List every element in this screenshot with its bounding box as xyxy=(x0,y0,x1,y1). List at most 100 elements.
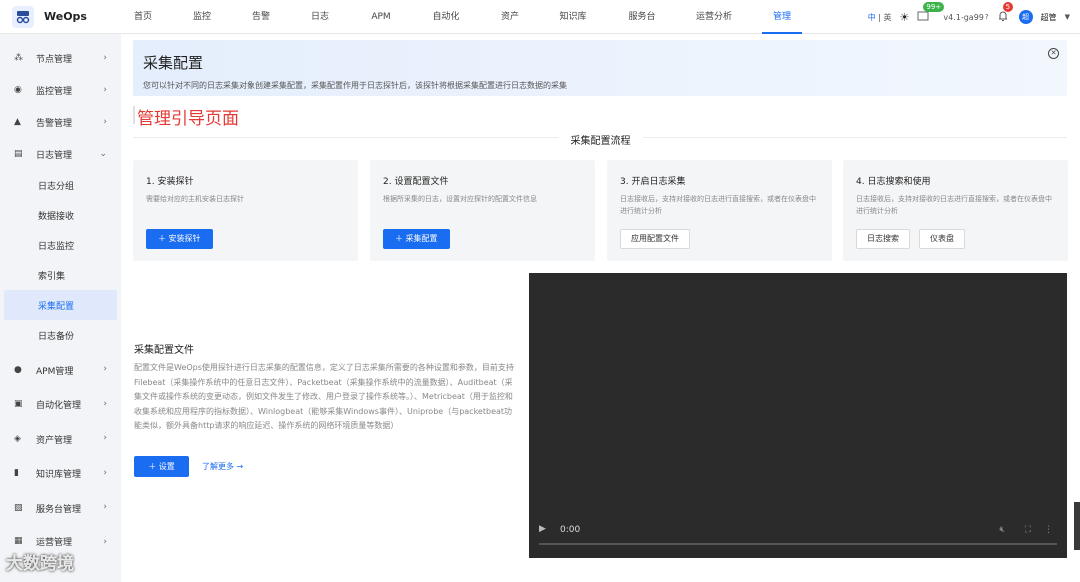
chevron-icon: › xyxy=(103,53,107,63)
message-button[interactable]: 99+ xyxy=(917,2,945,24)
sidebar-subitem[interactable]: 日志分组 xyxy=(0,170,121,200)
automation-icon: ▣ xyxy=(14,399,23,410)
step-card-description: 日志接收后，支持对接收的日志进行直接搜索，或者在仪表盘中进行统计分析 xyxy=(620,195,816,215)
chevron-icon: › xyxy=(103,536,107,547)
nav-item-3[interactable]: 日志 xyxy=(290,0,350,34)
step-card-button[interactable]: ＋ 安装探针 xyxy=(146,229,213,249)
set-button[interactable]: ＋ 设置 xyxy=(134,456,189,477)
message-badge: 99+ xyxy=(923,2,945,12)
step-card: 3. 开启日志采集 日志接收后，支持对接收的日志进行直接搜索，或者在仪表盘中进行统… xyxy=(607,160,832,261)
scrollbar[interactable] xyxy=(1074,502,1080,550)
sidebar-item[interactable]: ◉ 监控管理 › xyxy=(0,74,121,106)
nav-item-6[interactable]: 资产 xyxy=(480,0,540,34)
nav-item-9[interactable]: 运营分析 xyxy=(684,0,744,34)
sidebar-subitem[interactable]: 日志监控 xyxy=(0,230,121,260)
step-card-description: 日志接收后，支持对接收的日志进行直接搜索，或者在仪表盘中进行统计分析 xyxy=(856,195,1052,215)
learn-more-link[interactable]: 了解更多 → xyxy=(202,461,243,472)
apm-icon: ● xyxy=(14,364,22,375)
sidebar-subitem[interactable]: 日志备份 xyxy=(0,320,121,350)
weops-logo-icon xyxy=(12,5,34,28)
sidebar-item[interactable]: ▧ 服务台管理 › xyxy=(0,491,121,526)
sidebar-item[interactable]: ▤ 日志管理 ⌄ xyxy=(0,138,121,170)
more-options-icon[interactable]: ⋮ xyxy=(1044,525,1053,535)
help-icon[interactable]: ? xyxy=(985,13,989,21)
service-desk-icon: ▧ xyxy=(14,502,23,513)
alarm-icon: ▲ xyxy=(14,116,21,127)
sidebar: ⁂ 节点管理 › ◉ 监控管理 › ▲ 告警管理 › ▤ 日志管理 ⌄ 日志分组 数据接收 日志监控 索引集采… xyxy=(0,34,121,582)
step-card-button[interactable]: ＋ 采集配置 xyxy=(383,229,450,249)
sidebar-subitem[interactable]: 数据接收 xyxy=(0,200,121,230)
step-card: 4. 日志搜索和使用日志接收后，支持对接收的日志进行直接搜索，或者在仪表盘中进行… xyxy=(843,160,1068,261)
section-description: 配置文件是WeOps使用探针进行日志采集的配置信息，定义了日志采集所需要的各种设… xyxy=(134,363,514,430)
flow-title: 采集配置流程 xyxy=(121,132,1080,147)
fullscreen-icon[interactable]: ⛶ xyxy=(1025,525,1031,535)
step-card-description: 需要给对应的主机安装日志探针 xyxy=(146,195,244,203)
watermark: 大数跨境 xyxy=(6,554,74,574)
step-card-title: 2. 设置配置文件 xyxy=(383,177,449,187)
step-card-button[interactable]: 日志搜索 xyxy=(856,229,910,249)
step-card-title: 4. 日志搜索和使用 xyxy=(856,177,931,187)
version-label: v4.1-ga99 xyxy=(943,12,984,22)
mute-icon[interactable]: 🔇︎ xyxy=(999,525,1005,535)
sidebar-item[interactable]: ▲ 告警管理 › xyxy=(0,106,121,138)
sidebar-subitem[interactable]: 索引集 xyxy=(0,260,121,290)
chevron-icon: › xyxy=(103,502,107,512)
nav-item-0[interactable]: 首页 xyxy=(113,0,173,34)
app-logo[interactable]: WeOps xyxy=(0,5,122,28)
step-card-button[interactable]: 仪表盘 xyxy=(919,229,965,249)
step-card-description: 根据所采集的日志，设置对应探针的配置文件信息 xyxy=(383,195,537,203)
asset-icon: ◈ xyxy=(14,433,21,444)
avatar[interactable]: 超 xyxy=(1018,10,1033,24)
step-card-button[interactable]: 应用配置文件 xyxy=(620,229,690,249)
video-player[interactable]: ▶ 0:00 🔇︎ ⛶ ⋮ xyxy=(529,273,1067,558)
sidebar-item-label: 自动化管理 xyxy=(36,401,82,412)
operation-icon: ▦ xyxy=(14,536,23,546)
nav-item-4[interactable]: APM xyxy=(351,0,411,34)
guide-title: 管理引导页面 xyxy=(137,109,239,129)
sidebar-item-label: 运营管理 xyxy=(36,538,73,548)
log-icon: ▤ xyxy=(14,148,23,159)
sidebar-item[interactable]: ▣ 自动化管理 › xyxy=(0,388,121,423)
video-time: 0:00 xyxy=(560,525,581,535)
sidebar-item[interactable]: ◈ 资产管理 › xyxy=(0,422,121,457)
play-icon[interactable]: ▶ xyxy=(539,524,546,534)
chevron-icon: › xyxy=(103,117,107,127)
step-card: 2. 设置配置文件根据所采集的日志，设置对应探针的配置文件信息 ＋ 采集配置 xyxy=(370,160,595,261)
sidebar-item[interactable]: ⁂ 节点管理 › xyxy=(0,42,121,74)
sidebar-item[interactable]: ● APM管理 › xyxy=(0,353,121,388)
sidebar-item[interactable]: ▮ 知识库管理 › xyxy=(0,457,121,492)
sidebar-item-label: 日志管理 xyxy=(36,150,73,161)
node-icon: ⁂ xyxy=(14,52,23,63)
sidebar-item-label: 告警管理 xyxy=(36,118,73,129)
step-card-title: 1. 安装探针 xyxy=(146,177,194,187)
top-right-tools: 中 | 英 ☀ 99+ v4.1-ga99 ? 5 超 超管 ▼ xyxy=(868,0,1070,34)
theme-sun-icon[interactable]: ☀ xyxy=(900,11,910,24)
page-title: 采集配置 xyxy=(143,54,204,72)
nav-item-5[interactable]: 自动化 xyxy=(416,0,476,34)
nav-item-8[interactable]: 服务台 xyxy=(612,0,672,34)
chevron-down-icon[interactable]: ▼ xyxy=(1065,13,1070,21)
close-icon[interactable]: ✕ xyxy=(1048,48,1059,59)
nav-item-10[interactable]: 管理 xyxy=(752,0,812,34)
sidebar-item-label: 服务台管理 xyxy=(36,504,82,515)
user-name[interactable]: 超管 xyxy=(1041,12,1057,23)
chevron-icon: › xyxy=(103,85,107,95)
chevron-icon: › xyxy=(103,398,107,409)
guide-title-bar xyxy=(133,106,135,124)
chevron-icon: › xyxy=(103,364,107,374)
banner-description: 您可以针对不同的日志采集对象创建采集配置，采集配置作用于日志探针后，该探针将根据… xyxy=(143,81,567,90)
language-switch[interactable]: 中 | 英 xyxy=(868,12,892,23)
sidebar-subitem[interactable]: 采集配置 xyxy=(4,290,117,320)
sidebar-item-label: 知识库管理 xyxy=(36,470,82,481)
step-card: 1. 安装探针需要给对应的主机安装日志探针 ＋ 安装探针 xyxy=(133,160,358,261)
knowledge-icon: ▮ xyxy=(14,468,19,479)
nav-item-2[interactable]: 告警 xyxy=(231,0,291,34)
nav-item-7[interactable]: 知识库 xyxy=(543,0,603,34)
video-progress-bar[interactable] xyxy=(539,543,1057,545)
sidebar-item-label: APM管理 xyxy=(36,366,74,377)
monitor-icon: ◉ xyxy=(14,84,22,95)
app-name: WeOps xyxy=(44,10,87,23)
nav-item-1[interactable]: 监控 xyxy=(172,0,232,34)
chevron-icon: › xyxy=(103,467,107,478)
notification-button[interactable]: 5 xyxy=(997,2,1014,24)
